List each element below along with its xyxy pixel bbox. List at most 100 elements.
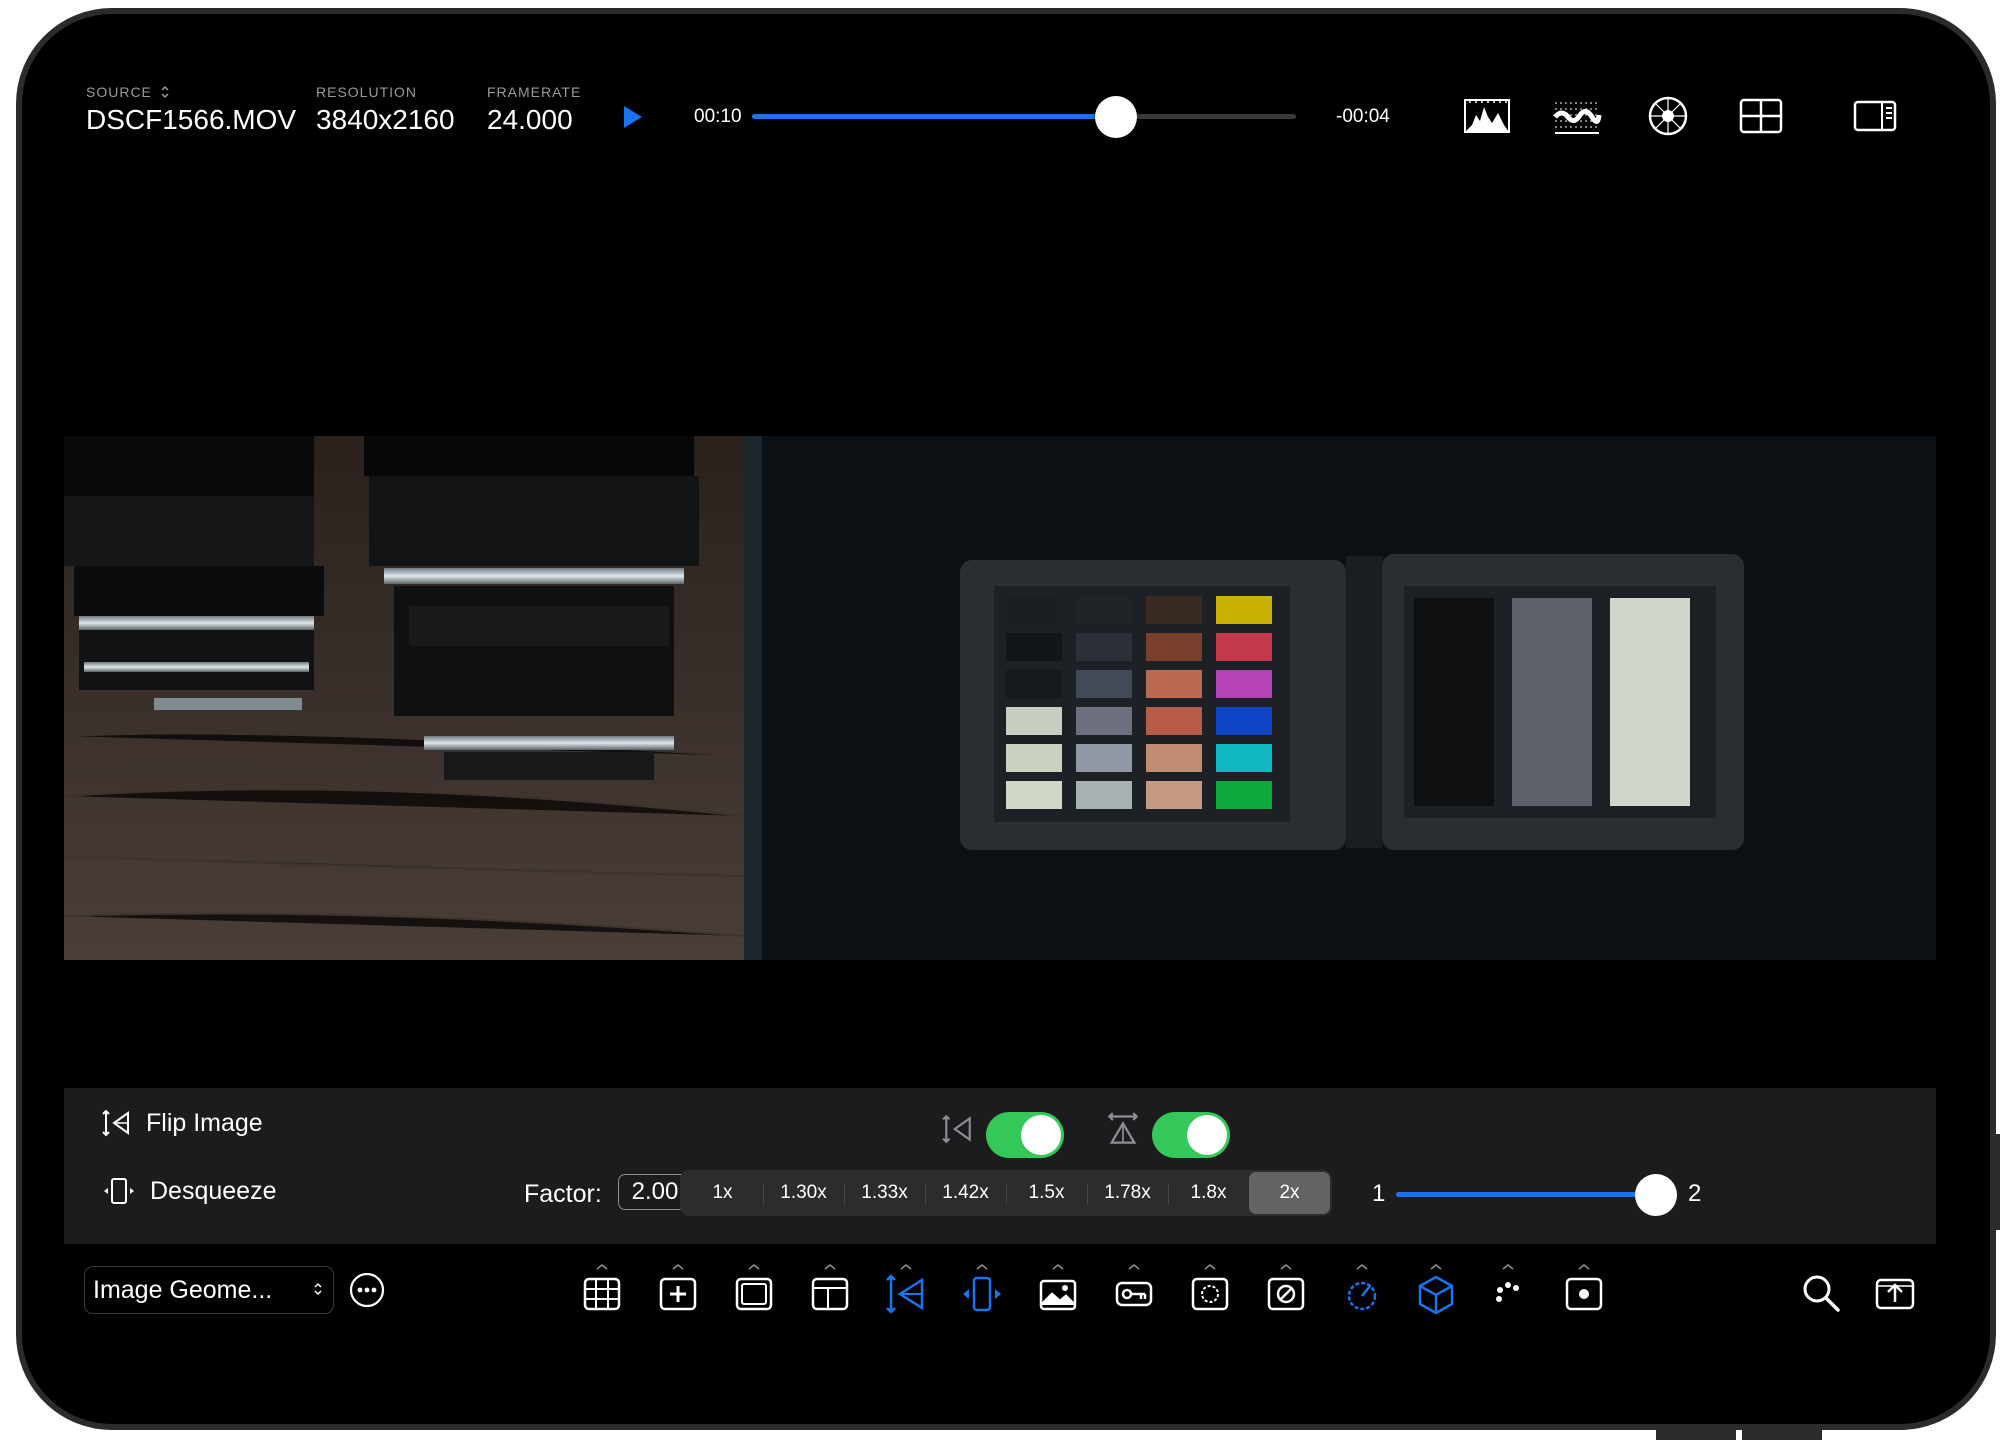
chevron-up-icon <box>672 1264 684 1270</box>
toggle-knob <box>1021 1115 1061 1155</box>
framerate-value: 24.000 <box>487 104 573 135</box>
tool-preset-picker[interactable]: Image Geome... <box>84 1266 334 1314</box>
slider-thumb[interactable] <box>1635 1174 1677 1216</box>
desqueeze-preset-segmented[interactable]: 1x 1.30x 1.33x 1.42x 1.5x 1.78x 1.8x 2x <box>680 1170 1332 1216</box>
chevron-up-icon <box>1578 1264 1590 1270</box>
crosshair-icon <box>659 1277 697 1311</box>
tool-button[interactable] <box>882 1264 930 1318</box>
play-icon[interactable] <box>618 100 648 134</box>
tool-button[interactable] <box>730 1264 778 1318</box>
source-value: DSCF1566.MOV <box>86 104 297 135</box>
color-patch <box>1076 633 1132 661</box>
color-patch <box>1216 633 1272 661</box>
grid-layout-icon[interactable] <box>1736 95 1786 137</box>
chevron-up-icon <box>824 1264 836 1270</box>
resolution-info: RESOLUTION 3840x2160 <box>316 84 455 136</box>
flip-image-icon <box>102 1109 129 1137</box>
histogram-icon[interactable] <box>1462 95 1512 137</box>
tool-preset-value: Image Geome... <box>93 1275 273 1304</box>
palette-icon <box>1496 1282 1519 1302</box>
flip-horizontal-toggle[interactable] <box>986 1112 1064 1158</box>
desqueeze-icon <box>104 1178 134 1204</box>
tool-button[interactable] <box>1560 1264 1608 1318</box>
more-options-icon[interactable] <box>348 1271 386 1309</box>
tool-button[interactable] <box>654 1264 702 1318</box>
chevron-up-icon <box>1356 1264 1368 1270</box>
color-patch <box>1006 633 1062 661</box>
waveform-icon[interactable] <box>1552 95 1602 137</box>
desqueeze-option[interactable]: 1.8x <box>1168 1172 1249 1214</box>
desqueeze-option[interactable]: 1x <box>682 1172 763 1214</box>
chevron-up-icon <box>748 1264 760 1270</box>
color-patch <box>1076 781 1132 809</box>
chevron-up-icon <box>900 1264 912 1270</box>
tool-button[interactable] <box>958 1264 1006 1318</box>
chevron-up-icon <box>1280 1264 1292 1270</box>
tool-button[interactable] <box>1262 1264 1310 1318</box>
framerate-info: FRAMERATE 24.000 <box>487 84 581 136</box>
chevron-up-icon <box>976 1264 988 1270</box>
elapsed-time: 00:10 <box>694 106 742 127</box>
desqueeze-option[interactable]: 1.33x <box>844 1172 925 1214</box>
color-patch <box>1146 670 1202 698</box>
chevron-up-icon <box>1128 1264 1140 1270</box>
desqueeze-option[interactable]: 1.30x <box>763 1172 844 1214</box>
export-icon[interactable] <box>1874 1272 1916 1314</box>
resolution-value: 3840x2160 <box>316 104 455 135</box>
tool-button[interactable] <box>578 1264 626 1318</box>
grid-overlay-icon <box>583 1277 621 1311</box>
desqueeze-option[interactable]: 2x <box>1249 1172 1330 1214</box>
tool-button[interactable] <box>1034 1264 1082 1318</box>
color-patch <box>1076 744 1132 772</box>
desqueeze-label: Desqueeze <box>150 1176 277 1205</box>
flip-image-label: Flip Image <box>146 1108 263 1137</box>
flip-horizontal-icon <box>942 1114 971 1144</box>
toggle-knob <box>1187 1115 1227 1155</box>
flip-vertical-toggle[interactable] <box>1152 1112 1230 1158</box>
color-patch <box>1146 596 1202 624</box>
resolution-label: RESOLUTION <box>316 84 418 100</box>
tool-button[interactable] <box>1338 1264 1386 1318</box>
lut-cube-icon <box>1418 1275 1454 1314</box>
key-icon <box>1115 1281 1153 1307</box>
volume-button <box>1742 1430 1822 1440</box>
desqueeze-icon <box>963 1276 1001 1312</box>
tool-button[interactable] <box>806 1264 854 1318</box>
vectorscope-icon[interactable] <box>1643 95 1693 137</box>
desqueeze-option[interactable]: 1.42x <box>925 1172 1006 1214</box>
video-preview <box>64 436 1936 960</box>
desqueeze-slider[interactable] <box>1396 1174 1677 1216</box>
desqueeze-option[interactable]: 1.5x <box>1006 1172 1087 1214</box>
color-patch <box>1006 707 1062 735</box>
chevron-up-icon <box>1204 1264 1216 1270</box>
color-patch <box>1076 670 1132 698</box>
flip-vertical-icon <box>1107 1112 1139 1144</box>
color-patch <box>1006 781 1062 809</box>
tool-button[interactable] <box>1186 1264 1234 1318</box>
desqueeze-option[interactable]: 1.78x <box>1087 1172 1168 1214</box>
color-patch <box>1146 633 1202 661</box>
playback-scrubber[interactable] <box>752 96 1296 138</box>
source-label: SOURCE <box>86 84 152 100</box>
tool-button[interactable] <box>1412 1264 1460 1318</box>
safe-area-icon <box>811 1277 849 1311</box>
image-geometry-panel: Flip Image Desqueeze Factor: 2.00 1x 1.30… <box>64 1088 1936 1244</box>
flip-image-icon <box>886 1274 924 1314</box>
mask-icon <box>1191 1277 1229 1311</box>
chevron-updown-icon <box>161 85 169 99</box>
scrubber-progress <box>752 114 1117 119</box>
sidebar-panel-icon[interactable] <box>1850 95 1900 137</box>
color-patch <box>1216 596 1272 624</box>
factor-label: Factor: <box>524 1180 602 1208</box>
tool-button[interactable] <box>1484 1264 1532 1318</box>
slider-min-label: 1 <box>1372 1180 1386 1207</box>
chevron-up-icon <box>596 1264 608 1270</box>
color-patch <box>1146 781 1202 809</box>
tool-button[interactable] <box>1110 1264 1158 1318</box>
bypass-icon <box>1267 1277 1305 1311</box>
exposure-icon <box>1347 1281 1377 1311</box>
search-icon[interactable] <box>1800 1272 1842 1314</box>
flip-image-row: Flip Image <box>102 1108 263 1138</box>
source-selector[interactable]: SOURCE DSCF1566.MOV <box>86 84 296 136</box>
image-overlay-icon <box>1039 1279 1077 1311</box>
